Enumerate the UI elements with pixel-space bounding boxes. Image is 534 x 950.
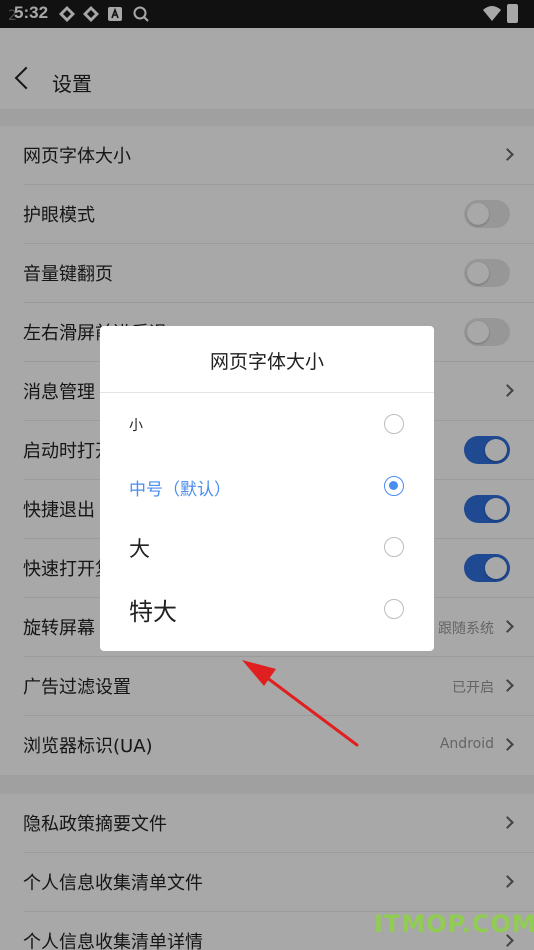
watermark-logo: ITMOP.COM [374, 910, 534, 938]
annotation-arrow [242, 660, 359, 747]
